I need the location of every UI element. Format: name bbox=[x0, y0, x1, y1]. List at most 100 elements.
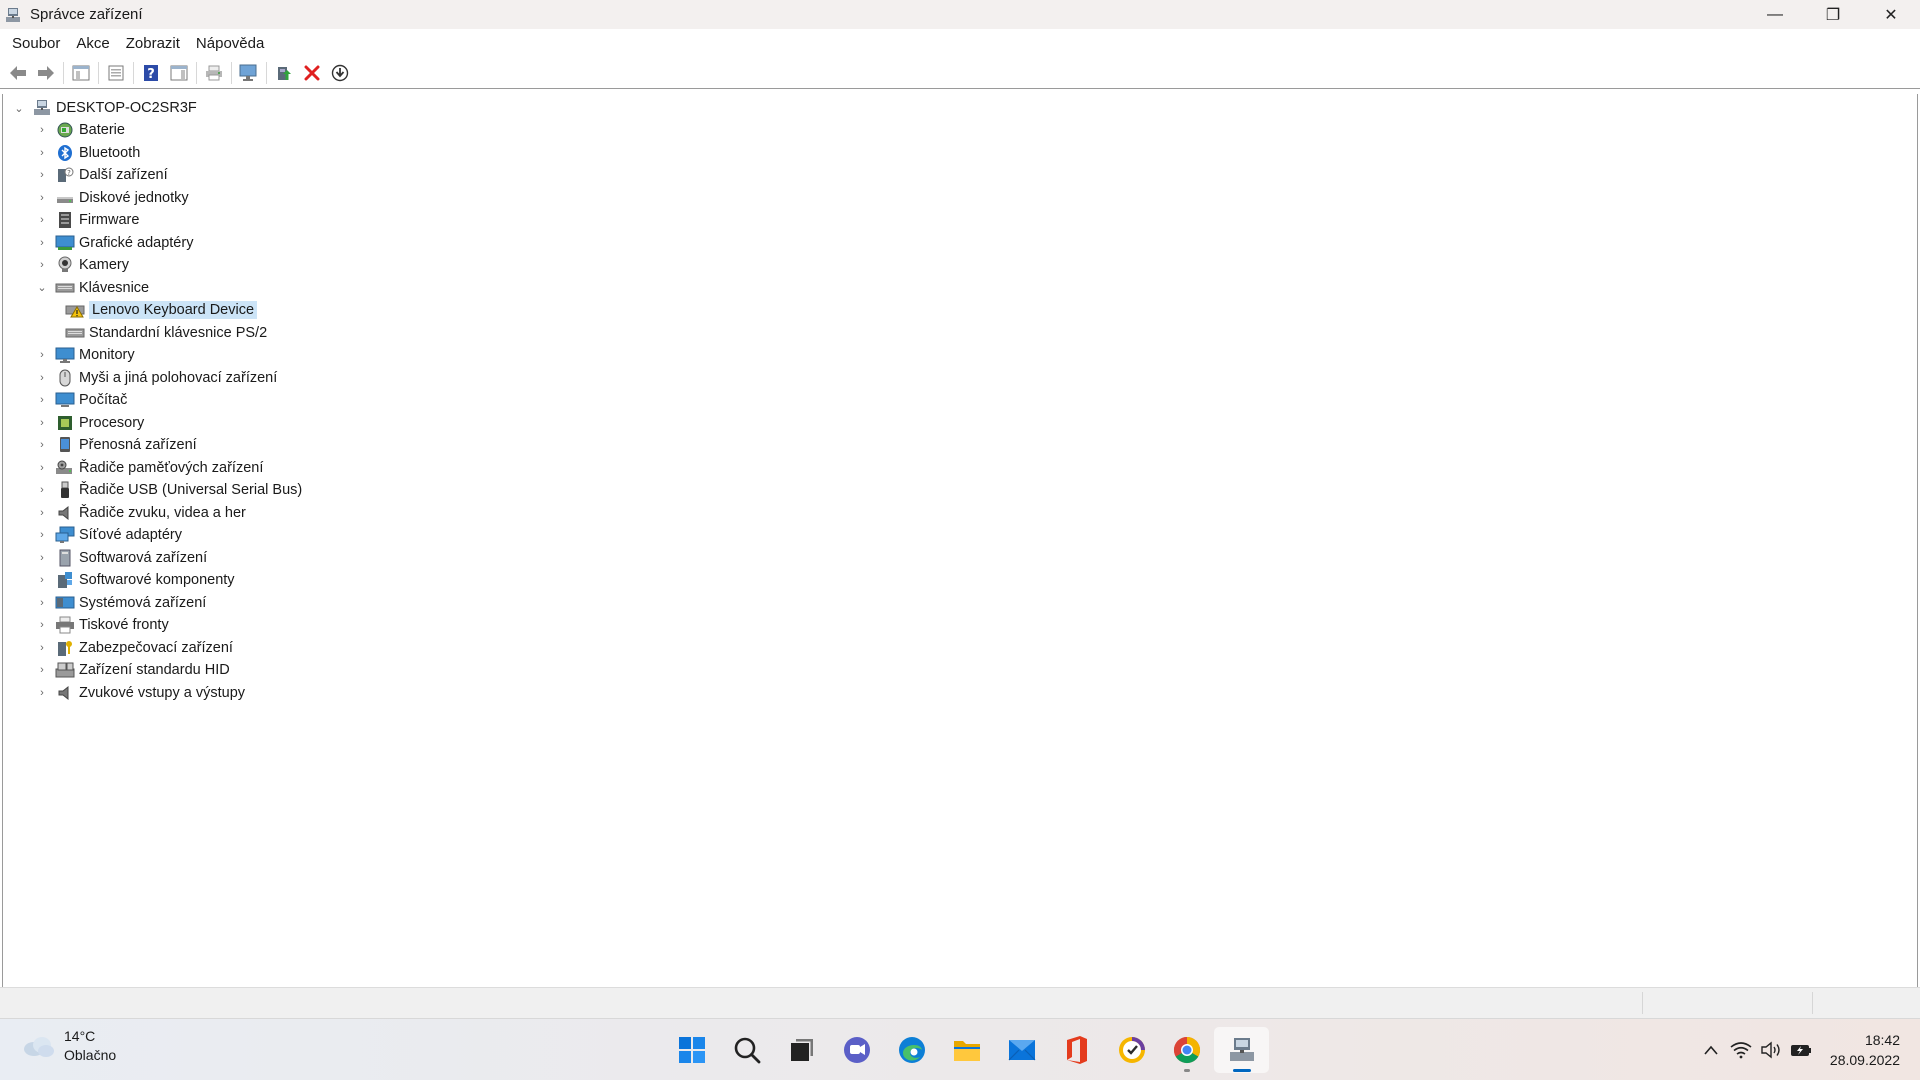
update-driver-button[interactable] bbox=[270, 60, 298, 86]
chevron-down-icon[interactable]: ⌄ bbox=[35, 277, 49, 299]
tree-child-ps2-keyboard[interactable]: Standardní klávesnice PS/2 bbox=[59, 322, 267, 344]
tree-item-zvukove-vstupy[interactable]: › Zvukové vstupy a výstupy bbox=[35, 682, 245, 704]
chevron-right-icon[interactable]: › bbox=[35, 344, 49, 366]
chevron-right-icon[interactable]: › bbox=[35, 502, 49, 524]
chevron-right-icon[interactable]: › bbox=[35, 682, 49, 704]
svg-text:?: ? bbox=[147, 67, 155, 82]
tree-item-sitove-adaptery[interactable]: › Síťové adaptéry bbox=[35, 524, 182, 546]
chevron-right-icon[interactable]: › bbox=[35, 614, 49, 636]
toolbar-separator bbox=[63, 61, 64, 84]
tree-item-softwarove-komponenty[interactable]: › Softwarové komponenty bbox=[35, 569, 235, 591]
tree-child-lenovo-keyboard[interactable]: Lenovo Keyboard Device bbox=[59, 299, 258, 321]
chat-button[interactable] bbox=[829, 1027, 884, 1073]
tree-item-monitory[interactable]: › Monitory bbox=[35, 344, 135, 366]
tree-item-klavesnice[interactable]: ⌄ Klávesnice bbox=[35, 277, 149, 299]
norton-button[interactable] bbox=[1104, 1027, 1159, 1073]
tree-item-procesory[interactable]: › Procesory bbox=[35, 412, 144, 434]
tree-item-tiskove-fronty[interactable]: › Tiskové fronty bbox=[35, 614, 169, 636]
scan-hardware-button[interactable] bbox=[326, 60, 354, 86]
monitor-button[interactable] bbox=[235, 60, 263, 86]
clock[interactable]: 18:42 28.09.2022 bbox=[1830, 1030, 1900, 1070]
tree-item-systemova-zarizeni[interactable]: › Systémová zařízení bbox=[35, 592, 206, 614]
toolbar-separator bbox=[266, 61, 267, 84]
chevron-down-icon[interactable]: ⌄ bbox=[12, 97, 26, 119]
chevron-right-icon[interactable]: › bbox=[35, 569, 49, 591]
tree-root[interactable]: ⌄ DESKTOP-OC2SR3F bbox=[12, 97, 197, 119]
menu-zobrazit[interactable]: Zobrazit bbox=[118, 35, 188, 52]
menu-napoveda[interactable]: Nápověda bbox=[188, 35, 272, 52]
minimize-button[interactable]: — bbox=[1746, 0, 1804, 29]
tree-item-pocitac[interactable]: › Počítač bbox=[35, 389, 127, 411]
keyboard-icon bbox=[55, 279, 75, 297]
chevron-right-icon[interactable]: › bbox=[35, 592, 49, 614]
maximize-button[interactable]: ❐ bbox=[1804, 0, 1862, 29]
tree-item-firmware[interactable]: › Firmware bbox=[35, 209, 139, 231]
chevron-right-icon[interactable]: › bbox=[35, 434, 49, 456]
show-hide-console-tree-button[interactable] bbox=[67, 60, 95, 86]
tree-item-radice-zvuku[interactable]: › Řadiče zvuku, videa a her bbox=[35, 502, 246, 524]
tree-item-label: Monitory bbox=[79, 347, 135, 363]
chevron-right-icon[interactable]: › bbox=[35, 164, 49, 186]
tree-item-label: Lenovo Keyboard Device bbox=[89, 301, 258, 319]
chevron-right-icon[interactable]: › bbox=[35, 524, 49, 546]
menu-akce[interactable]: Akce bbox=[68, 35, 117, 52]
uninstall-device-button[interactable] bbox=[298, 60, 326, 86]
weather-widget[interactable]: 14°C Oblačno bbox=[20, 1027, 116, 1065]
forward-button[interactable] bbox=[32, 60, 60, 86]
tree-item-radice-pametovych[interactable]: › Řadiče paměťových zařízení bbox=[35, 457, 263, 479]
tree-item-label: Zvukové vstupy a výstupy bbox=[79, 684, 246, 701]
back-button[interactable] bbox=[4, 60, 32, 86]
task-view-button[interactable] bbox=[774, 1027, 829, 1073]
tree-item-radice-usb[interactable]: › Řadiče USB (Universal Serial Bus) bbox=[35, 479, 302, 501]
tree-item-graficke-adaptery[interactable]: › Grafické adaptéry bbox=[35, 232, 193, 254]
battery-button[interactable] bbox=[1786, 1035, 1816, 1065]
chrome-button[interactable] bbox=[1159, 1027, 1214, 1073]
start-button[interactable] bbox=[664, 1027, 719, 1073]
office-button[interactable] bbox=[1049, 1027, 1104, 1073]
taskbar-apps bbox=[664, 1027, 1269, 1073]
show-hide-console-tree-icon bbox=[72, 65, 90, 80]
edge-button[interactable] bbox=[884, 1027, 939, 1073]
tree-item-diskove-jednotky[interactable]: › Diskové jednotky bbox=[35, 187, 188, 209]
menu-soubor[interactable]: Soubor bbox=[4, 35, 68, 52]
tree-item-bluetooth[interactable]: › Bluetooth bbox=[35, 142, 140, 164]
action-pane-button[interactable] bbox=[165, 60, 193, 86]
tree-item-zabezpecovaci-zarizeni[interactable]: › Zabezpečovací zařízení bbox=[35, 637, 233, 659]
mail-button[interactable] bbox=[994, 1027, 1049, 1073]
chevron-right-icon[interactable]: › bbox=[35, 389, 49, 411]
search-button[interactable] bbox=[719, 1027, 774, 1073]
keyboard-warning-icon bbox=[65, 301, 85, 319]
chevron-right-icon[interactable]: › bbox=[35, 637, 49, 659]
close-button[interactable]: ✕ bbox=[1862, 0, 1920, 29]
tree-item-baterie[interactable]: › Baterie bbox=[35, 119, 125, 141]
monitor-icon bbox=[239, 64, 257, 81]
volume-button[interactable] bbox=[1756, 1035, 1786, 1065]
tree-item-prenosna-zarizeni[interactable]: › Přenosná zařízení bbox=[35, 434, 197, 456]
hid-icon bbox=[55, 661, 75, 679]
chevron-right-icon[interactable]: › bbox=[35, 142, 49, 164]
tree-item-softwarova-zarizeni[interactable]: › Softwarová zařízení bbox=[35, 547, 207, 569]
chevron-right-icon[interactable]: › bbox=[35, 187, 49, 209]
chevron-right-icon[interactable]: › bbox=[35, 209, 49, 231]
wifi-button[interactable] bbox=[1726, 1035, 1756, 1065]
device-manager-taskbar-button[interactable] bbox=[1214, 1027, 1269, 1073]
chevron-right-icon[interactable]: › bbox=[35, 254, 49, 276]
tree-item-label: Řadiče paměťových zařízení bbox=[79, 459, 264, 476]
chevron-right-icon[interactable]: › bbox=[35, 659, 49, 681]
chevron-right-icon[interactable]: › bbox=[35, 412, 49, 434]
properties-button[interactable] bbox=[102, 60, 130, 86]
chevron-right-icon[interactable]: › bbox=[35, 479, 49, 501]
print-button[interactable] bbox=[200, 60, 228, 86]
chevron-right-icon[interactable]: › bbox=[35, 367, 49, 389]
help-button[interactable]: ? bbox=[137, 60, 165, 86]
chevron-right-icon[interactable]: › bbox=[35, 547, 49, 569]
tree-item-hid[interactable]: › Zařízení standardu HID bbox=[35, 659, 230, 681]
tree-item-dalsi-zarizeni[interactable]: › ? Další zařízení bbox=[35, 164, 168, 186]
file-explorer-button[interactable] bbox=[939, 1027, 994, 1073]
chevron-right-icon[interactable]: › bbox=[35, 457, 49, 479]
chevron-right-icon[interactable]: › bbox=[35, 119, 49, 141]
tree-item-kamery[interactable]: › Kamery bbox=[35, 254, 129, 276]
tree-item-mysi[interactable]: › Myši a jiná polohovací zařízení bbox=[35, 367, 277, 389]
show-hidden-icons-button[interactable] bbox=[1696, 1035, 1726, 1065]
chevron-right-icon[interactable]: › bbox=[35, 232, 49, 254]
